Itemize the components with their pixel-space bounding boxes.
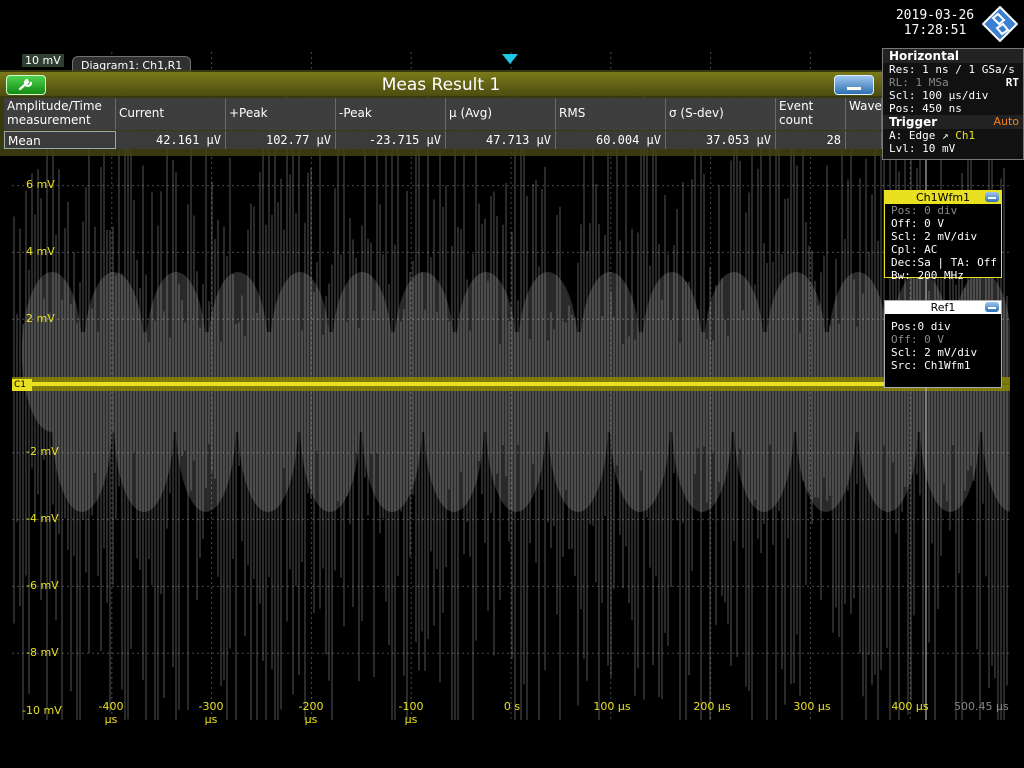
x-axis-label: -400 µs: [98, 700, 124, 726]
ch1-off: Off: 0 V: [891, 217, 944, 230]
header-avg: µ (Avg): [446, 98, 556, 130]
value-current: 42.161 µV: [116, 131, 226, 149]
horizontal-res: Res: 1 ns / 1 GSa/s: [889, 63, 1015, 76]
horizontal-rl-row: RL: 1 MSa RT: [883, 76, 1023, 89]
header-minus-peak: -Peak: [336, 98, 446, 130]
value-minus-peak: -23.715 µV: [336, 131, 446, 149]
channel-marker[interactable]: C1: [12, 379, 32, 391]
x-axis-label: 400 µs: [891, 700, 929, 713]
horizontal-panel[interactable]: Horizontal Res: 1 ns / 1 GSa/s RL: 1 MSa…: [882, 48, 1024, 160]
time-text: 17:28:51: [903, 23, 967, 38]
ref1-panel[interactable]: Ref1 Pos:0 div Off: 0 V Scl: 2 mV/div Sr…: [884, 300, 1002, 388]
ch1-waveform-panel[interactable]: Ch1Wfm1 Pos: 0 div Off: 0 V Scl: 2 mV/di…: [884, 190, 1002, 282]
y-axis-label: 6 mV: [26, 178, 55, 191]
horizontal-rl: RL: 1 MSa: [889, 76, 949, 89]
x-position-label: 500.45 µs: [954, 700, 1009, 713]
value-event-count: 28: [776, 131, 846, 149]
trigger-a-row: A: Edge ↗ Ch1: [883, 129, 1023, 142]
x-axis-label: -200 µs: [298, 700, 324, 726]
x-axis-label: 300 µs: [793, 700, 831, 713]
ref1-title-bar[interactable]: Ref1: [885, 301, 1001, 314]
trigger-a: A: Edge: [889, 129, 936, 142]
value-plus-peak: 102.77 µV: [226, 131, 336, 149]
header-sdev: σ (S-dev): [666, 98, 776, 130]
trigger-source: Ch1: [955, 129, 976, 142]
ch1-cpl: Cpl: AC: [891, 243, 938, 256]
x-axis-label: -100 µs: [398, 700, 424, 726]
header-current: Current: [116, 98, 226, 130]
value-avg: 47.713 µV: [446, 131, 556, 149]
y-axis-label: -2 mV: [26, 445, 59, 458]
trigger-position-marker[interactable]: [502, 54, 518, 64]
ref1-src: Src: Ch1Wfm1: [891, 359, 971, 372]
value-rms: 60.004 µV: [556, 131, 666, 149]
header-measurement: Amplitude/Time measurement: [4, 98, 116, 130]
rs-logo-icon: [982, 6, 1018, 42]
x-axis-label: -300 µs: [198, 700, 224, 726]
y-axis-label: -10 mV: [22, 704, 62, 717]
x-axis-label: 200 µs: [693, 700, 731, 713]
header-wave-count: Wave count: [846, 98, 882, 130]
ref1-scl: Scl: 2 mV/div: [891, 346, 978, 359]
rising-edge-icon: ↗: [941, 129, 949, 142]
ch1-title-bar[interactable]: Ch1Wfm1: [885, 191, 1001, 204]
header-plus-peak: +Peak: [226, 98, 336, 130]
horizontal-title: Horizontal: [883, 49, 1023, 63]
row-label-mean: Mean: [4, 131, 116, 149]
minimize-button[interactable]: [834, 75, 874, 95]
y-axis-label: -8 mV: [26, 646, 59, 659]
trigger-level: Lvl: 10 mV: [889, 142, 956, 155]
ch1-title: Ch1Wfm1: [915, 191, 971, 204]
settings-button[interactable]: [6, 75, 46, 95]
ref1-off: Off: 0 V: [891, 333, 944, 346]
header-event-count: Event count: [776, 98, 846, 130]
ch1-scl: Scl: 2 mV/div: [891, 230, 978, 243]
meas-title: Meas Result 1: [381, 75, 501, 95]
trigger-title: Trigger: [889, 115, 938, 129]
meas-title-bar[interactable]: Meas Result 1: [0, 72, 882, 96]
horizontal-mode: RT: [1005, 76, 1019, 89]
value-wave-count: [846, 131, 882, 149]
header-rms: RMS: [556, 98, 666, 130]
y-axis-label: 4 mV: [26, 245, 55, 258]
horizontal-pos: Pos: 450 ns: [889, 102, 962, 115]
x-axis-label: 100 µs: [593, 700, 631, 713]
ch1-minimize-button[interactable]: [985, 192, 999, 202]
ref1-minimize-button[interactable]: [985, 302, 999, 312]
datetime-display: 2019-03-26 17:28:51: [880, 8, 990, 38]
meas-result-panel[interactable]: Meas Result 1 Amplitude/Time measurement…: [0, 70, 882, 156]
trigger-title-row: Trigger Auto: [883, 115, 1023, 129]
ch1-pos: Pos: 0 div: [891, 204, 958, 217]
ch1-bw: Bw: 200 MHz: [891, 269, 964, 282]
horizontal-scl: Scl: 100 µs/div: [889, 89, 989, 102]
y-axis-label: -6 mV: [26, 579, 59, 592]
ch1-dec: Dec:Sa | TA: Off: [891, 256, 997, 269]
wrench-icon: [18, 78, 33, 91]
value-sdev: 37.053 µV: [666, 131, 776, 149]
ref1-title: Ref1: [930, 301, 956, 314]
y-axis-label: 2 mV: [26, 312, 55, 325]
x-axis-label: 0 s: [503, 700, 521, 713]
date-text: 2019-03-26: [895, 8, 975, 23]
ref1-pos: Pos:0 div: [891, 320, 951, 333]
y-axis-label: -4 mV: [26, 512, 59, 525]
trigger-mode: Auto: [993, 115, 1019, 128]
top-scale-label: 10 mV: [22, 54, 64, 67]
